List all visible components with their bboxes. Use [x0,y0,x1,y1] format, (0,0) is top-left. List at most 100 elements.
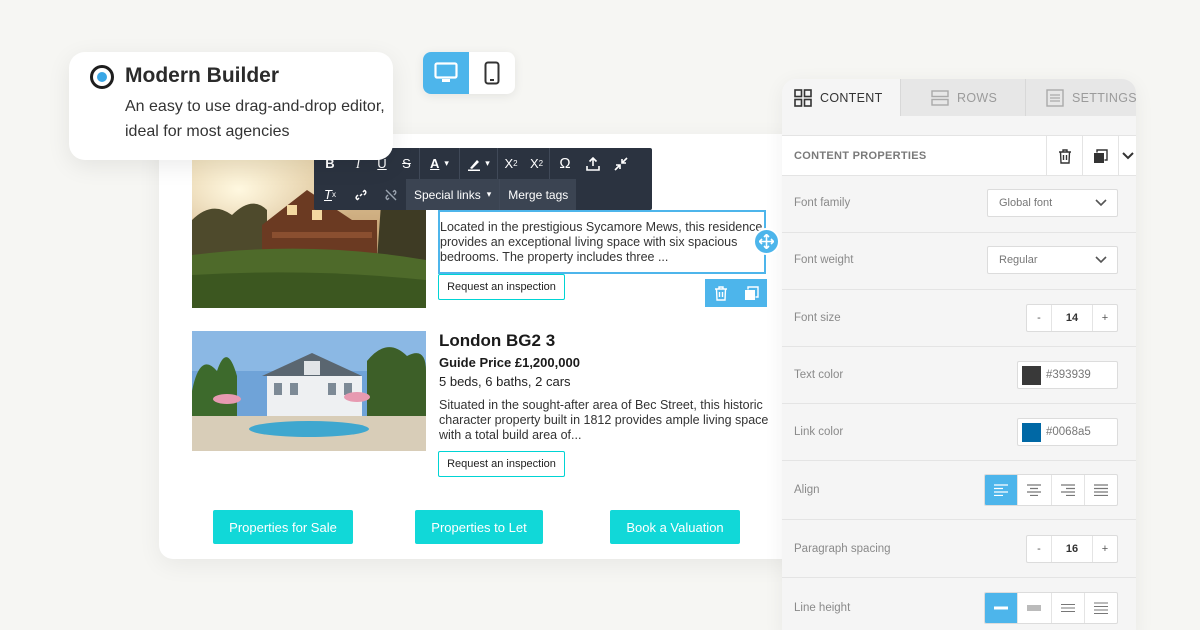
collapse-panel-button[interactable] [1118,136,1136,176]
chevron-down-icon [1095,256,1107,264]
paragraph-spacing-decrease-button[interactable]: - [1027,536,1051,562]
font-family-label: Font family [794,197,851,209]
link-color-label: Link color [794,426,844,438]
line-height-label: Line height [794,602,851,614]
link-color-field[interactable]: #0068a5 [1017,418,1118,446]
request-inspection-button-1[interactable]: Request an inspection [438,274,565,300]
collapse-icon[interactable] [606,148,636,179]
tab-settings[interactable]: SETTINGS [1026,79,1136,116]
paragraph-spacing-increase-button[interactable]: + [1093,536,1117,562]
line-height-option-3[interactable] [1052,593,1085,623]
delete-content-button[interactable] [1046,136,1082,176]
line-height-option-2[interactable] [1018,593,1052,623]
listing-2-title: London BG2 3 [439,331,556,350]
properties-for-sale-button[interactable]: Properties for Sale [213,510,353,544]
move-handle[interactable] [753,228,780,255]
font-family-row: Font family Global font [782,176,1136,233]
book-valuation-button[interactable]: Book a Valuation [610,510,740,544]
upload-icon[interactable] [580,148,606,179]
duplicate-content-button[interactable] [1082,136,1118,176]
line-height-option-1[interactable] [985,593,1019,623]
text-color-row: Text color #393939 [782,347,1136,404]
line-height-compact-icon [1027,605,1042,611]
text-color-icon[interactable]: A ▾ [420,148,460,179]
tab-content[interactable]: CONTENT [782,79,901,116]
request-inspection-button-2[interactable]: Request an inspection [438,451,565,477]
align-left-button[interactable] [985,475,1019,505]
line-height-row: Line height [782,578,1136,630]
font-size-value[interactable]: 14 [1051,305,1093,331]
tab-content-label: CONTENT [820,90,883,105]
feature-card: Modern Builder An easy to use drag-and-d… [69,52,393,160]
font-family-select[interactable]: Global font [987,189,1118,217]
listing-1-description[interactable]: Located in the prestigious Sycamore Mews… [440,220,764,265]
align-right-button[interactable] [1052,475,1085,505]
feature-title: Modern Builder [125,64,280,87]
link-color-swatch[interactable] [1022,422,1041,442]
font-size-row: Font size - 14 + [782,290,1136,347]
font-size-increase-button[interactable]: + [1093,305,1117,331]
tab-rows-label: ROWS [957,90,998,105]
listing-2-meta: 5 beds, 6 baths, 2 cars [439,374,571,389]
align-left-icon [994,484,1009,496]
merge-tags-dropdown[interactable]: Merge tags [500,179,577,210]
trash-icon [1058,148,1071,164]
font-size-stepper: - 14 + [1026,304,1118,332]
duplicate-icon [1094,148,1108,163]
special-links-label: Special links [414,187,481,202]
align-center-icon [1027,484,1042,496]
merge-tags-label: Merge tags [508,187,569,202]
font-size-label: Font size [794,312,841,324]
property-image-2[interactable] [192,331,426,451]
align-justify-button[interactable] [1085,475,1117,505]
radio-selected-icon[interactable] [90,65,114,89]
rows-icon [931,89,949,106]
chevron-down-icon [1121,152,1134,160]
line-height-option-4[interactable] [1085,593,1117,623]
properties-to-let-button[interactable]: Properties to Let [415,510,543,544]
highlight-icon[interactable]: ▾ [460,148,498,179]
content-properties-title: CONTENT PROPERTIES [794,150,927,162]
line-height-single-icon [994,606,1009,610]
font-weight-value: Regular [999,254,1038,266]
text-color-value: #393939 [1046,369,1091,381]
duplicate-block-button[interactable] [736,279,767,307]
paragraph-spacing-value[interactable]: 16 [1051,536,1093,562]
font-size-decrease-button[interactable]: - [1027,305,1051,331]
subscript-icon[interactable]: X2 [524,148,550,179]
special-links-dropdown[interactable]: Special links ▾ [406,179,501,210]
chevron-down-icon [1095,199,1107,207]
feature-description: An easy to use drag-and-drop editor, ide… [125,98,385,140]
delete-block-button[interactable] [705,279,736,307]
selected-text-block[interactable]: Located in the prestigious Sycamore Mews… [438,210,766,274]
superscript-icon[interactable]: X2 [498,148,524,179]
block-actions [705,279,767,307]
text-color-label: Text color [794,369,844,381]
tab-settings-label: SETTINGS [1072,90,1136,105]
unlink-icon[interactable] [376,179,406,210]
text-color-field[interactable]: #393939 [1017,361,1118,389]
tab-rows[interactable]: ROWS [901,79,1026,116]
mobile-view-button[interactable] [469,52,515,94]
desktop-icon [434,62,458,82]
font-weight-row: Font weight Regular [782,233,1136,290]
content-properties-header: CONTENT PROPERTIES [782,135,1136,176]
duplicate-icon [745,285,759,300]
font-weight-select[interactable]: Regular [987,246,1118,274]
device-toggle [423,52,515,94]
align-group [984,474,1118,506]
special-char-icon[interactable]: Ω [550,148,580,179]
strikethrough-icon[interactable]: S [394,148,420,179]
align-center-button[interactable] [1018,475,1052,505]
desktop-view-button[interactable] [423,52,469,94]
link-icon[interactable] [346,179,376,210]
clear-format-icon[interactable]: Tx [314,179,346,210]
line-height-loose-icon [1093,602,1108,614]
text-color-swatch[interactable] [1022,365,1041,385]
listing-2-description: Situated in the sought-after area of Bec… [439,398,769,442]
panel-tabs: CONTENT ROWS SETTINGS [782,79,1136,116]
trash-icon [714,285,727,301]
line-height-group [984,592,1118,624]
mobile-icon [484,61,500,85]
paragraph-spacing-stepper: - 16 + [1026,535,1118,563]
